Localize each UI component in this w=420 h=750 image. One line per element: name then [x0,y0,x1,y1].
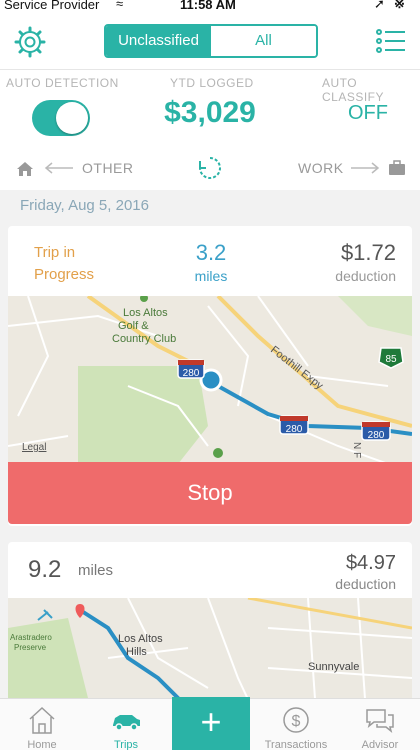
tab-trips[interactable]: Trips [84,699,168,750]
ytd-label: YTD LOGGED [170,76,254,90]
status-bar: Service Provider ≈ 11:58 AM ➚ ※ [0,0,420,14]
tab-trips-label: Trips [113,739,139,750]
tab-transactions[interactable]: $ Transactions [254,699,338,750]
map-label-preserve-line2: Preserve [14,643,47,652]
date-label: Friday, Aug 5, 2016 [20,197,149,214]
map-legal-link[interactable]: Legal [22,442,46,453]
map-label-hills-line2: Hills [126,646,147,658]
svg-text:$: $ [292,713,301,730]
stats-panel: AUTO DETECTION YTD LOGGED AUTO CLASSIFY … [0,70,420,148]
swipe-hint-bar: OTHER WORK [0,148,420,190]
auto-detection-label: AUTO DETECTION [6,76,119,90]
prev-trip-deduction-value: $4.97 [345,552,396,574]
highway-shield-280b: 280 [279,415,309,435]
svg-text:280: 280 [368,430,385,441]
svg-text:280: 280 [286,424,303,435]
map-label-street: N F [351,442,362,458]
svg-text:85: 85 [385,354,397,365]
map-label-golf-line1: Los Altos [123,307,168,319]
map-graphic: Los Altos Golf & Country Club Foothill E… [8,294,412,465]
trip-miles-value: 3.2 [195,240,227,265]
auto-classify-value[interactable]: OFF [340,102,396,125]
auto-classify-label: AUTO CLASSIFY [322,76,385,104]
stop-trip-button[interactable]: Stop [8,462,412,524]
briefcase-icon [389,160,405,175]
highway-shield-280: 280 [177,359,205,379]
map-label-hills-line1: Los Altos [118,633,163,645]
date-header: Friday, Aug 5, 2016 [0,190,420,224]
bottom-tab-bar: Home Trips + $ Transactions Advisor [0,697,420,750]
map-label-preserve-line1: Arastradero [10,633,52,642]
trip-miles-unit: miles [194,268,228,284]
add-trip-button[interactable]: + [172,697,250,750]
app-header: Unclassified All [0,14,420,70]
current-trip-map[interactable]: Los Altos Golf & Country Club Foothill E… [8,294,412,465]
car-icon [113,715,140,731]
tab-home-label: Home [27,739,57,750]
carrier-label: Service Provider [4,0,100,12]
prev-trip-miles-unit: miles [78,562,114,579]
location-icon: ➚ [374,0,385,11]
prev-trip-miles-value: 9.2 [28,556,62,583]
tab-advisor-label: Advisor [361,739,399,750]
swipe-left-label: OTHER [82,160,134,176]
map-label-city: Sunnyvale [308,661,359,673]
house-icon [29,706,55,734]
current-trip-card[interactable]: Trip in Progress 3.2 miles $1.72 deductio… [8,226,412,526]
bluetooth-icon: ※ [394,0,405,11]
wifi-icon: ≈ [116,0,124,11]
app-screen: Service Provider ≈ 11:58 AM ➚ ※ Unclassi… [0,0,420,750]
list-menu-icon[interactable] [376,26,406,56]
toggle-knob [56,102,88,134]
map-label-golf-line2: Golf & [118,320,149,332]
ytd-value: $3,029 [164,96,256,129]
arrow-left-icon [44,162,73,174]
tab-unclassified[interactable]: Unclassified [106,26,211,56]
highway-shield-280c: 280 [361,421,391,441]
filter-segmented-control: Unclassified All [104,24,318,58]
prev-trip-deduction-label: deduction [335,576,396,592]
dollar-icon: $ [283,707,309,733]
trip-deduction-label: deduction [335,268,396,284]
home-icon [17,162,33,176]
tab-transactions-label: Transactions [264,739,328,750]
trip-status: Trip in Progress [34,244,95,283]
chat-icon [366,709,394,733]
auto-detection-toggle[interactable] [32,100,90,136]
refresh-icon[interactable] [198,156,222,180]
clock: 11:58 AM [180,0,236,12]
svg-text:280: 280 [183,368,200,379]
gear-icon[interactable] [14,26,46,58]
swipe-right-label: WORK [298,160,344,176]
tab-advisor[interactable]: Advisor [338,699,420,750]
map-label-golf-line3: Country Club [112,333,176,345]
arrow-right-icon [351,162,380,174]
tab-home[interactable]: Home [0,699,84,750]
trip-deduction-value: $1.72 [340,240,396,265]
tab-all[interactable]: All [211,26,316,56]
